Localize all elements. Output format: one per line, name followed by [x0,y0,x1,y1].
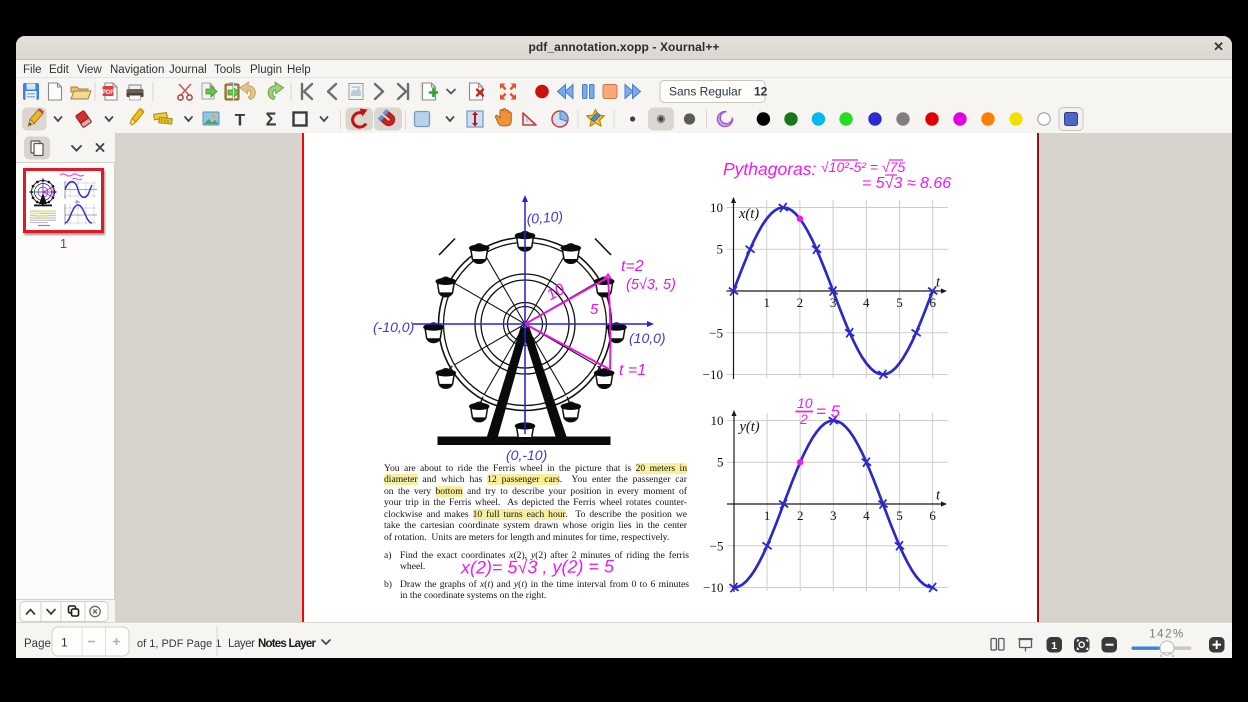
svg-text:t: t [936,488,941,504]
svg-text:PDF: PDF [102,90,114,96]
svg-text:6: 6 [929,508,936,523]
svg-text:2: 2 [797,295,804,310]
svg-text:y(t): y(t) [738,419,760,435]
svg-text:Σ: Σ [266,110,277,130]
svg-text:−10: −10 [703,580,723,595]
svg-text:= 5: = 5 [816,402,841,421]
svg-text:5: 5 [896,295,903,310]
svg-text:4: 4 [863,508,870,523]
svg-text:1: 1 [764,508,771,523]
svg-text:142%: 142% [1149,629,1184,641]
svg-text:(5√3, 5): (5√3, 5) [626,277,676,293]
svg-text:Layer: Layer [228,638,255,650]
svg-text:1: 1 [61,636,68,650]
svg-text:x(t): x(t) [738,206,759,222]
svg-text:t =1: t =1 [619,362,646,379]
svg-text:10: 10 [710,200,723,215]
svg-text:t: t [936,275,941,291]
svg-text:5: 5 [590,301,599,318]
svg-text:(0,10): (0,10) [526,208,564,227]
svg-text:T: T [235,111,246,130]
svg-text:12: 12 [754,85,768,99]
svg-text:(0,-10): (0,-10) [506,447,547,463]
svg-text:−5: −5 [709,326,723,341]
svg-text:10: 10 [797,395,813,411]
svg-text:of 1, PDF Page 1: of 1, PDF Page 1 [137,638,221,650]
svg-text:5: 5 [896,508,903,523]
svg-text:4: 4 [863,295,870,310]
svg-text:5: 5 [717,455,724,470]
svg-text:10: 10 [711,413,724,428]
svg-text:−10: −10 [703,367,723,382]
svg-text:t=2: t=2 [621,258,644,275]
svg-text:(10,0): (10,0) [629,330,666,346]
svg-text:5: 5 [717,242,724,257]
svg-text:√10²-5² = √75: √10²-5² = √75 [821,159,905,175]
svg-text:Sans Regular: Sans Regular [669,85,742,99]
svg-text:−5: −5 [710,539,724,554]
svg-text:Page: Page [24,638,51,650]
svg-text:1: 1 [763,295,770,310]
svg-text:(-10,0): (-10,0) [373,319,414,335]
svg-text:2: 2 [799,411,808,427]
svg-text:= 5√3 ≈ 8.66: = 5√3 ≈ 8.66 [862,175,951,192]
svg-text:3: 3 [830,508,837,523]
svg-text:1: 1 [1051,640,1057,652]
svg-text:2: 2 [797,508,804,523]
svg-text:Pythagoras:: Pythagoras: [723,159,817,179]
svg-text:Notes Layer: Notes Layer [258,638,317,650]
